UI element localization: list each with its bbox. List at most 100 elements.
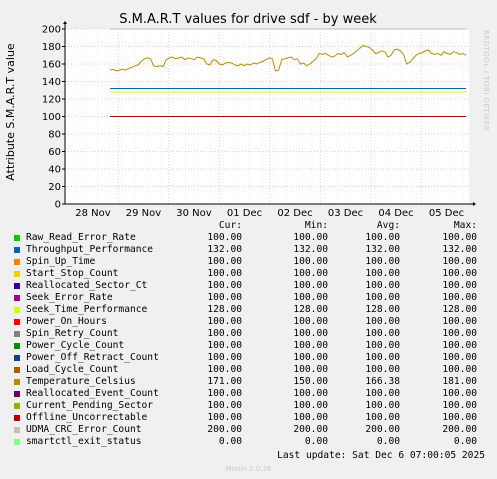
- x-tick-label: 03 Dec: [328, 208, 363, 219]
- legend-min-value: 100.00: [293, 352, 328, 363]
- legend-row: Power_On_Hours 100.00 100.00 100.00 100.00: [12, 316, 492, 328]
- legend-swatch: [14, 331, 20, 337]
- legend-swatch: [14, 235, 20, 241]
- legend-avg-value: 166.38: [365, 376, 400, 387]
- legend-name: Seek_Time_Performance: [26, 304, 148, 315]
- legend-name: Load_Cycle_Count: [26, 364, 119, 375]
- legend-min-value: 100.00: [293, 280, 328, 291]
- legend-name: Seek_Error_Rate: [26, 292, 113, 303]
- legend-swatch: [14, 343, 20, 349]
- y-tick-label: 80: [48, 130, 61, 141]
- legend-header: Cur: Min: Avg: Max:: [12, 220, 492, 232]
- legend-row: Spin_Up_Time 100.00 100.00 100.00 100.00: [12, 256, 492, 268]
- y-tick-label: 120: [42, 95, 61, 106]
- y-axis-label: Attribute S.M.A.R.T value: [4, 43, 17, 181]
- legend-max-value: 100.00: [442, 352, 477, 363]
- legend-name: smartctl_exit_status: [26, 436, 142, 447]
- legend-name: Offline_Uncorrectable: [26, 412, 148, 423]
- legend-row: Spin_Retry_Count 100.00 100.00 100.00 100.00: [12, 328, 492, 340]
- munin-version: Munin 2.0.76: [225, 465, 272, 473]
- x-axis-arrow: [473, 202, 476, 206]
- legend-cur-value: 100.00: [207, 352, 242, 363]
- legend-cur-value: 128.00: [207, 304, 242, 315]
- legend-min-value: 100.00: [293, 328, 328, 339]
- legend-max-value: 100.00: [442, 364, 477, 375]
- legend-cur-value: 100.00: [207, 268, 242, 279]
- legend-row: Seek_Time_Performance 128.00 128.00 128.00 1…: [12, 304, 492, 316]
- legend-avg-value: 132.00: [365, 244, 400, 255]
- legend-avg-value: 100.00: [365, 364, 400, 375]
- legend-cur-value: 100.00: [207, 292, 242, 303]
- legend-avg-value: 200.00: [365, 424, 400, 435]
- legend-row: UDMA_CRC_Error_Count 200.00 200.00 200.00 20…: [12, 424, 492, 436]
- legend-row: Reallocated_Sector_Ct 100.00 100.00 100.00 1…: [12, 280, 492, 292]
- legend-name: Throughput_Performance: [26, 244, 154, 255]
- y-tick-label: 160: [42, 60, 61, 71]
- y-tick-label: 0: [55, 200, 61, 211]
- legend-row: Reallocated_Event_Count 100.00 100.00 100.0…: [12, 388, 492, 400]
- legend-max-value: 132.00: [442, 244, 477, 255]
- legend-cur-value: 100.00: [207, 256, 242, 267]
- legend-cur-value: 171.00: [207, 376, 242, 387]
- legend-max-value: 128.00: [442, 304, 477, 315]
- legend-cur-value: 100.00: [207, 388, 242, 399]
- legend-name: Temperature_Celsius: [26, 376, 136, 387]
- legend-min-value: 100.00: [293, 268, 328, 279]
- legend-min-value: 200.00: [293, 424, 328, 435]
- y-tick-label: 200: [42, 25, 61, 36]
- legend-swatch: [14, 439, 20, 445]
- y-tick-label: 180: [42, 42, 61, 53]
- legend-avg-value: 100.00: [365, 400, 400, 411]
- x-tick-label: 04 Dec: [378, 208, 413, 219]
- legend-swatch: [14, 295, 20, 301]
- rrdtool-watermark: RRDTOOL / TOBI OETIKER: [482, 30, 490, 131]
- legend-row: Power_Off_Retract_Count 100.00 100.00 100.0…: [12, 352, 492, 364]
- legend-row: smartctl_exit_status 0.00 0.00 0.00 0.00: [12, 436, 492, 448]
- legend-min-value: 100.00: [293, 364, 328, 375]
- legend-name: UDMA_CRC_Error_Count: [26, 424, 142, 435]
- legend-name: Raw_Read_Error_Rate: [26, 232, 136, 243]
- legend-max-value: 100.00: [442, 232, 477, 243]
- header-min: Min:: [304, 220, 328, 231]
- legend-name: Current_Pending_Sector: [26, 400, 154, 411]
- legend-max-value: 100.00: [442, 316, 477, 327]
- legend-row: Power_Cycle_Count 100.00 100.00 100.00 100.0…: [12, 340, 492, 352]
- legend-cur-value: 100.00: [207, 316, 242, 327]
- legend-max-value: 100.00: [442, 400, 477, 411]
- legend-row: Seek_Error_Rate 100.00 100.00 100.00 100.00: [12, 292, 492, 304]
- legend-swatch: [14, 403, 20, 409]
- legend-min-value: 100.00: [293, 316, 328, 327]
- legend-name: Start_Stop_Count: [26, 268, 119, 279]
- legend-name: Power_Cycle_Count: [26, 340, 125, 351]
- legend-min-value: 100.00: [293, 256, 328, 267]
- legend-swatch: [14, 415, 20, 421]
- legend-swatch: [14, 307, 20, 313]
- legend-max-value: 100.00: [442, 328, 477, 339]
- x-tick-label: 30 Nov: [176, 208, 212, 219]
- legend-avg-value: 0.00: [376, 436, 400, 447]
- header-max: Max:: [453, 220, 477, 231]
- legend-swatch: [14, 319, 20, 325]
- legend-name: Power_Off_Retract_Count: [26, 352, 159, 363]
- legend-row: Offline_Uncorrectable 100.00 100.00 100.00 1…: [12, 412, 492, 424]
- legend-max-value: 100.00: [442, 412, 477, 423]
- legend-min-value: 150.00: [293, 376, 328, 387]
- legend-row: Start_Stop_Count 100.00 100.00 100.00 100.00: [12, 268, 492, 280]
- legend-cur-value: 100.00: [207, 328, 242, 339]
- legend-max-value: 100.00: [442, 256, 477, 267]
- legend-cur-value: 132.00: [207, 244, 242, 255]
- legend-cur-value: 100.00: [207, 340, 242, 351]
- legend-name: Spin_Retry_Count: [26, 328, 119, 339]
- x-tick-label: 01 Dec: [227, 208, 262, 219]
- legend-avg-value: 100.00: [365, 316, 400, 327]
- x-tick-label: 05 Dec: [429, 208, 464, 219]
- legend-avg-value: 100.00: [365, 412, 400, 423]
- legend-min-value: 128.00: [293, 304, 328, 315]
- legend-cur-value: 200.00: [207, 424, 242, 435]
- legend-avg-value: 100.00: [365, 328, 400, 339]
- legend-avg-value: 128.00: [365, 304, 400, 315]
- legend-swatch: [14, 367, 20, 373]
- legend-swatch: [14, 271, 20, 277]
- legend-min-value: 100.00: [293, 412, 328, 423]
- legend-swatch: [14, 259, 20, 265]
